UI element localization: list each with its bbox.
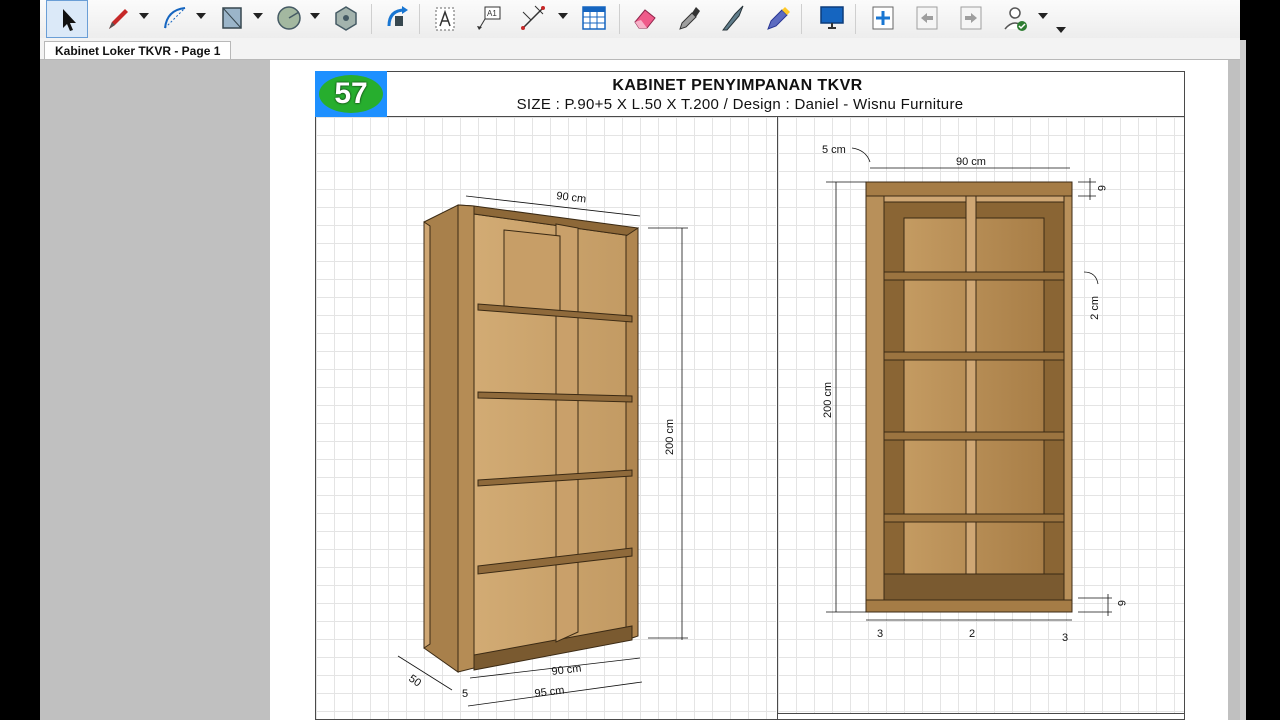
dim-height-label: 200 cm (664, 419, 676, 455)
dim-left-panel-label: 3 (877, 628, 883, 640)
front-cabinet (865, 181, 1073, 613)
dim-side-label: 5 (462, 688, 468, 700)
front-shelf (883, 271, 1065, 281)
dim-front-width-label: 90 cm (956, 156, 986, 168)
front-plinth (865, 599, 1073, 613)
dim-shelf-thickness-label: 2 cm (1089, 296, 1101, 320)
dim-top-label: 6 (1095, 185, 1107, 191)
dim-depth-label: 50 (406, 673, 423, 690)
front-shelf (883, 513, 1065, 523)
side-front-edge (423, 221, 431, 649)
front-center-divider (965, 195, 977, 601)
dim-bottom-label: 6 (1115, 600, 1127, 606)
cabinet-drawings: 90 cm 200 cm 90 cm 95 cm 50 5 5 cm 90 cm… (397, 144, 1127, 707)
cabinet-front-stile-left (457, 204, 475, 673)
dim-right-panel-label: 3 (1062, 632, 1068, 644)
perspective-cabinet (423, 204, 639, 673)
dim-divider-label: 2 (969, 628, 975, 640)
dim-total-width-label: 95 cm (534, 684, 565, 700)
cabinet-front-stile-right (625, 227, 639, 641)
front-shelf (883, 431, 1065, 441)
dim-width-bottom-label: 90 cm (551, 662, 582, 678)
dim-width-top-label: 90 cm (556, 190, 587, 206)
dim-side-panel-label: 5 cm (822, 144, 846, 156)
front-bottom-shelf (883, 573, 1065, 601)
front-top-rail (865, 181, 1073, 197)
cabinet-inner-panel (503, 229, 561, 313)
dim-front-height-label: 200 cm (822, 382, 834, 418)
front-shelf (883, 351, 1065, 361)
